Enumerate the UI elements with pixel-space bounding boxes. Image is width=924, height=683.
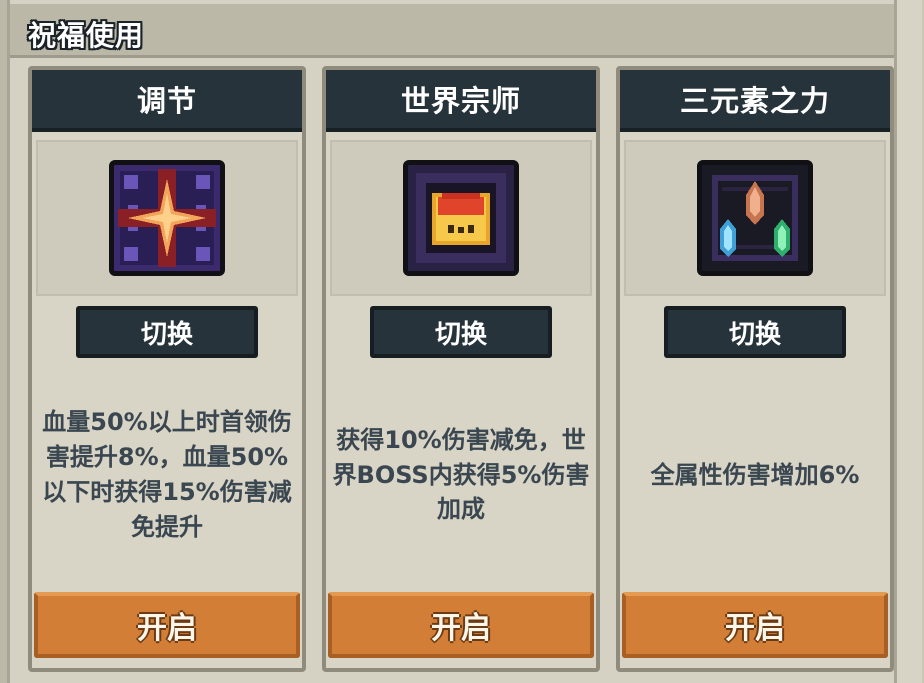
blessing-description: 血量50%以上时首领伤害提升8%，血量50%以下时获得15%伤害减免提升: [42, 408, 292, 541]
blessing-panel: 祝福使用 调节 切换 血量50%以上时首领伤害提升8%，血量50%以下时获得15…: [10, 0, 922, 683]
card-title: 三元素之力: [679, 84, 830, 118]
open-button[interactable]: 开启: [622, 592, 888, 658]
blessing-card-world-master: 世界宗师 切换 获得10%伤害减免，世界BOSS内获得5%伤害加成 开启: [322, 66, 600, 672]
card-title: 世界宗师: [400, 84, 521, 118]
switch-button-label: 切换: [434, 319, 487, 350]
star-cross-icon: [109, 160, 225, 276]
switch-button-label: 切换: [728, 319, 781, 350]
golden-crown-icon: [403, 160, 519, 276]
icon-well: [330, 140, 592, 296]
card-title-bar: 世界宗师: [326, 70, 596, 132]
card-title-bar: 调节: [32, 70, 302, 132]
switch-button[interactable]: 切换: [664, 306, 846, 358]
open-button[interactable]: 开启: [34, 592, 300, 658]
card-title-bar: 三元素之力: [620, 70, 890, 132]
left-edge-strip: [0, 0, 10, 683]
open-button[interactable]: 开启: [328, 592, 594, 658]
card-title: 调节: [136, 84, 197, 118]
blessing-description: 全属性伤害增加6%: [650, 460, 860, 489]
switch-button-label: 切换: [140, 319, 193, 350]
open-button-label: 开启: [725, 611, 785, 646]
switch-button[interactable]: 切换: [370, 306, 552, 358]
icon-well: [624, 140, 886, 296]
three-elements-icon: [697, 160, 813, 276]
scroll-rail[interactable]: [894, 0, 922, 683]
blessing-description: 获得10%伤害减免，世界BOSS内获得5%伤害加成: [332, 425, 590, 524]
open-button-label: 开启: [137, 611, 197, 646]
icon-well: [36, 140, 298, 296]
switch-button[interactable]: 切换: [76, 306, 258, 358]
panel-title: 祝福使用: [28, 19, 145, 52]
open-button-label: 开启: [431, 611, 491, 646]
blessing-card-three-elements: 三元素之力 切换 全属性伤害增加6% 开启: [616, 66, 894, 672]
blessing-card-tiaojie: 调节 切换 血量50%以上时首领伤害提升8%，血量50%以下时获得15%伤害减免…: [28, 66, 306, 672]
panel-header: 祝福使用: [10, 4, 894, 58]
